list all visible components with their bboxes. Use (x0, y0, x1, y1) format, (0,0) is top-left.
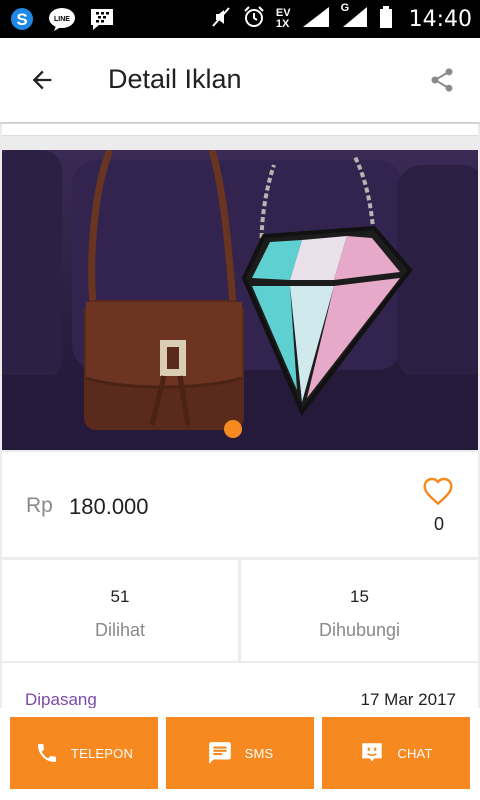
listing-photo[interactable] (2, 150, 478, 450)
contacted-label: Dihubungi (318, 620, 401, 640)
phone-icon (37, 744, 56, 762)
image-indicator-dot[interactable] (224, 420, 242, 438)
phone-button-label: TELEPON (70, 745, 134, 761)
sms-button[interactable]: SMS (166, 717, 314, 789)
price-card: Rp 180.000 0 (2, 452, 478, 557)
views-stat: 51 Dilihat (2, 560, 238, 661)
system-indicators: EV 1X G 14:40 (210, 0, 472, 38)
line-icon: LINE (48, 6, 76, 32)
chat-button[interactable]: CHAT (322, 717, 470, 789)
app-bar: Detail Iklan (0, 38, 480, 122)
price-currency: Rp (26, 494, 53, 517)
alarm-icon (242, 5, 266, 34)
share-icon (431, 68, 453, 92)
top-divider-strip (2, 124, 478, 136)
signal-g-icon: G (340, 1, 369, 34)
arrow-left-icon (32, 70, 52, 90)
heart-icon (423, 477, 453, 506)
chat-button-label: CHAT (397, 745, 433, 761)
price-value: 180.000 (69, 494, 149, 519)
share-button[interactable] (422, 60, 462, 100)
contacted-stat: 15 Dihubungi (241, 560, 478, 661)
favorite-button[interactable] (422, 476, 454, 506)
battery-icon (379, 5, 393, 34)
phone-button[interactable]: TELEPON (10, 717, 158, 789)
s-app-icon: S (8, 6, 36, 32)
svg-text:LINE: LINE (54, 16, 70, 23)
posted-label: Dipasang (25, 690, 97, 709)
network-type: EV 1X (276, 8, 291, 30)
network-1x-label: 1X (275, 18, 290, 30)
sms-button-label: SMS (244, 745, 274, 761)
favorite-count: 0 (433, 514, 444, 534)
message-icon (208, 742, 231, 764)
bbm-icon (88, 6, 116, 32)
back-button[interactable] (22, 60, 62, 100)
mute-icon (210, 5, 232, 34)
notification-icons: S LINE (8, 6, 116, 32)
signal-icon (301, 5, 331, 34)
bags-image (2, 150, 478, 450)
svg-text:S: S (16, 10, 27, 29)
views-count: 51 (110, 587, 130, 606)
posted-date: 17 Mar 2017 (360, 690, 456, 709)
contact-action-bar: TELEPON SMS CHAT (0, 708, 480, 800)
chat-icon (362, 743, 383, 762)
status-bar: S LINE EV 1X G 14:40 (0, 0, 480, 38)
page-title: Detail Iklan (108, 64, 242, 94)
contacted-count: 15 (350, 587, 369, 606)
views-label: Dilihat (94, 620, 146, 640)
network-g-label: G (340, 1, 350, 14)
clock: 14:40 (408, 6, 472, 32)
